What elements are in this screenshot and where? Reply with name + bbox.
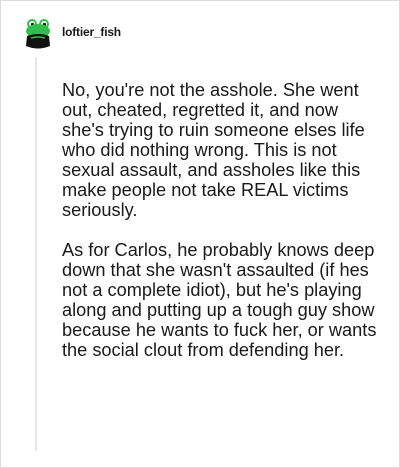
comment-card: loftier_fish No, you're not the asshole.… [0,0,400,468]
frog-avatar-icon[interactable] [23,16,53,52]
thread-collapse-line[interactable] [35,57,37,451]
comment-paragraph: As for Carlos, he probably knows deep do… [62,240,377,360]
comment-body: No, you're not the asshole. She went out… [62,80,382,360]
username[interactable]: loftier_fish [62,25,121,39]
comment-paragraph: No, you're not the asshole. She went out… [62,80,365,220]
comment-header [23,16,53,52]
